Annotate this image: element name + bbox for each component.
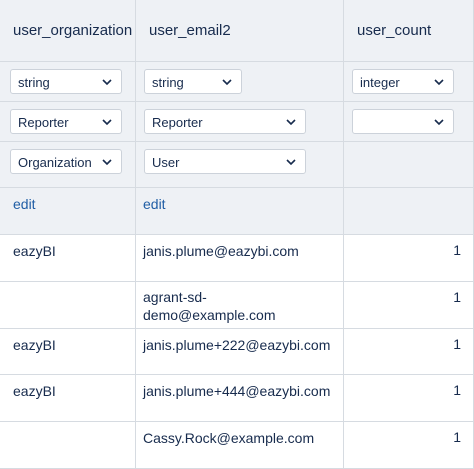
dimension-cell-user-organization: Organization (0, 142, 136, 188)
table-row: janis.plume@eazybi.com (136, 235, 344, 282)
type-select-user-email2[interactable]: string (144, 69, 242, 94)
table-row (0, 282, 136, 329)
dimension-cell-user-email2: User (136, 142, 344, 188)
cell-email: agrant-sd- demo@example.com (143, 289, 276, 323)
select-value: integer (360, 75, 400, 90)
table-row: 1 (344, 282, 474, 329)
role-select-user-email2[interactable]: Reporter (144, 109, 306, 134)
chevron-down-icon (102, 159, 112, 166)
type-cell-user-count: integer (344, 62, 474, 102)
table-row: Cassy.Rock@example.com (136, 422, 344, 469)
role-cell-user-count (344, 102, 474, 142)
table-row: 1 (344, 235, 474, 282)
cell-count: 1 (453, 336, 461, 352)
select-value: string (152, 75, 184, 90)
chevron-down-icon (434, 119, 444, 126)
dimension-select-user-email2[interactable]: User (144, 149, 306, 174)
column-header-label: user_email2 (149, 22, 231, 39)
edit-link-user-organization[interactable]: edit (13, 196, 36, 212)
cell-count: 1 (453, 382, 461, 398)
cell-email: janis.plume+444@eazybi.com (143, 383, 331, 399)
select-value: Reporter (18, 115, 69, 130)
edit-cell-user-email2: edit (136, 188, 344, 235)
chevron-down-icon (286, 119, 296, 126)
type-select-user-count[interactable]: integer (352, 69, 454, 94)
cell-email: Cassy.Rock@example.com (143, 430, 315, 446)
table-row: janis.plume+444@eazybi.com (136, 375, 344, 422)
column-header-user-email2: user_email2 (136, 0, 344, 62)
column-header-label: user_organization (13, 22, 133, 39)
chevron-down-icon (102, 119, 112, 126)
chevron-down-icon (102, 79, 112, 86)
chevron-down-icon (222, 79, 232, 86)
role-select-user-organization[interactable]: Reporter (10, 109, 122, 134)
data-table: user_organization user_email2 user_count… (0, 0, 474, 469)
role-cell-user-organization: Reporter (0, 102, 136, 142)
dimension-cell-user-count (344, 142, 474, 188)
column-header-user-organization: user_organization (0, 0, 136, 62)
select-value: User (152, 155, 180, 170)
cell-email: janis.plume+222@eazybi.com (143, 337, 331, 353)
cell-count: 1 (453, 429, 461, 445)
table-row: eazyBI (0, 329, 136, 375)
cell-organization: eazyBI (13, 243, 56, 259)
dimension-select-user-organization[interactable]: Organization (10, 149, 122, 174)
chevron-down-icon (286, 159, 296, 166)
table-row: 1 (344, 375, 474, 422)
table-row: 1 (344, 422, 474, 469)
select-value: Organization (18, 155, 92, 170)
type-select-user-organization[interactable]: string (10, 69, 122, 94)
type-cell-user-email2: string (136, 62, 344, 102)
chevron-down-icon (434, 79, 444, 86)
cell-count: 1 (453, 242, 461, 258)
type-cell-user-organization: string (0, 62, 136, 102)
select-value: Reporter (152, 115, 203, 130)
role-cell-user-email2: Reporter (136, 102, 344, 142)
table-row: janis.plume+222@eazybi.com (136, 329, 344, 375)
column-header-user-count: user_count (344, 0, 474, 62)
cell-email: janis.plume@eazybi.com (143, 243, 299, 259)
role-select-user-count[interactable] (352, 109, 454, 134)
edit-cell-user-organization: edit (0, 188, 136, 235)
select-value: string (18, 75, 50, 90)
cell-organization: eazyBI (13, 337, 56, 353)
table-row: agrant-sd- demo@example.com (136, 282, 344, 329)
edit-link-user-email2[interactable]: edit (143, 196, 166, 212)
edit-cell-user-count (344, 188, 474, 235)
cell-count: 1 (453, 289, 461, 305)
table-row: 1 (344, 329, 474, 375)
column-header-label: user_count (357, 22, 432, 39)
cell-organization: eazyBI (13, 383, 56, 399)
table-row (0, 422, 136, 469)
table-row: eazyBI (0, 375, 136, 422)
table-row: eazyBI (0, 235, 136, 282)
